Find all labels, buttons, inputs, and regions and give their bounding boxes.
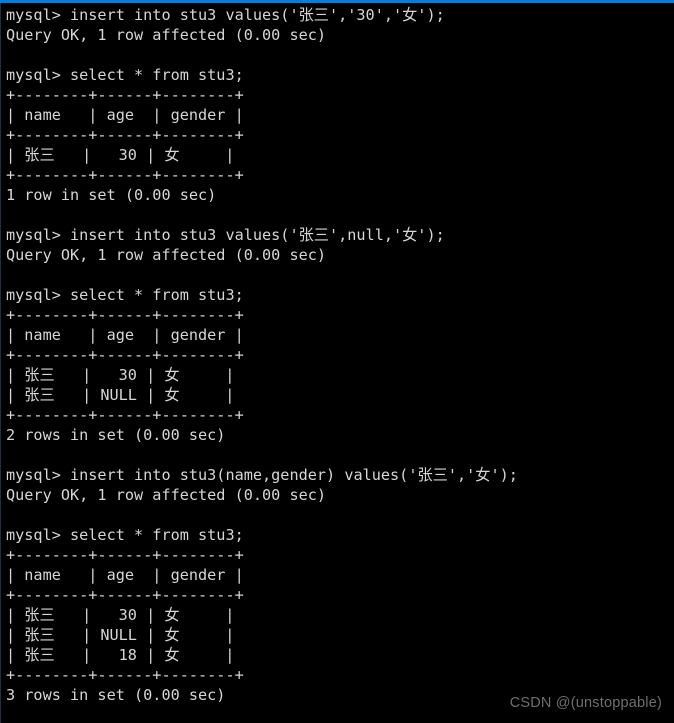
console-line: | 张三 | 30 | 女 | bbox=[6, 606, 235, 624]
console-output[interactable]: mysql> insert into stu3 values('张三','30'… bbox=[0, 3, 674, 705]
console-line: | 张三 | NULL | 女 | bbox=[6, 386, 235, 404]
console-line: +--------+------+--------+ bbox=[6, 86, 244, 104]
console-line: | name | age | gender | bbox=[6, 566, 244, 584]
console-line: +--------+------+--------+ bbox=[6, 546, 244, 564]
console-line: | 张三 | 18 | 女 | bbox=[6, 646, 235, 664]
console-line: +--------+------+--------+ bbox=[6, 586, 244, 604]
console-line: +--------+------+--------+ bbox=[6, 346, 244, 364]
mysql-terminal-window[interactable]: mysql> insert into stu3 values('张三','30'… bbox=[0, 0, 674, 723]
console-line: +--------+------+--------+ bbox=[6, 166, 244, 184]
console-line: +--------+------+--------+ bbox=[6, 666, 244, 684]
console-line: Query OK, 1 row affected (0.00 sec) bbox=[6, 246, 327, 264]
console-line: +--------+------+--------+ bbox=[6, 406, 244, 424]
console-line: mysql> select * from stu3; bbox=[6, 286, 244, 304]
console-line: | name | age | gender | bbox=[6, 326, 244, 344]
console-line: 2 rows in set (0.00 sec) bbox=[6, 426, 226, 444]
console-line: | 张三 | 30 | 女 | bbox=[6, 146, 235, 164]
csdn-watermark: CSDN @(unstoppable) bbox=[509, 695, 662, 711]
console-line: mysql> insert into stu3 values('张三',null… bbox=[6, 226, 445, 244]
console-line: | 张三 | NULL | 女 | bbox=[6, 626, 235, 644]
console-line: mysql> insert into stu3 values('张三','30'… bbox=[6, 6, 445, 24]
console-line: +--------+------+--------+ bbox=[6, 126, 244, 144]
console-line: mysql> insert into stu3(name,gender) val… bbox=[6, 466, 518, 484]
console-line: | 张三 | 30 | 女 | bbox=[6, 366, 235, 384]
console-line: | name | age | gender | bbox=[6, 106, 244, 124]
console-line: mysql> select * from stu3; bbox=[6, 526, 244, 544]
console-line: Query OK, 1 row affected (0.00 sec) bbox=[6, 26, 327, 44]
console-line: Query OK, 1 row affected (0.00 sec) bbox=[6, 486, 327, 504]
console-line: mysql> select * from stu3; bbox=[6, 66, 244, 84]
console-line: 1 row in set (0.00 sec) bbox=[6, 186, 217, 204]
console-line: +--------+------+--------+ bbox=[6, 306, 244, 324]
